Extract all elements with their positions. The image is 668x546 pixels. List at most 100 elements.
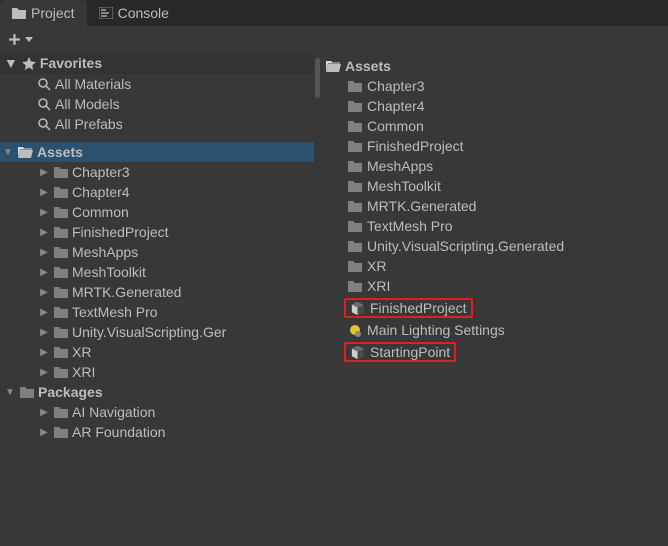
folder-icon xyxy=(54,206,68,218)
highlight-box: FinishedProject xyxy=(344,298,473,318)
folder-icon xyxy=(54,226,68,238)
asset-folder[interactable]: XRI xyxy=(320,276,668,296)
asset-folder[interactable]: Chapter3 xyxy=(320,76,668,96)
asset-folder[interactable]: Unity.VisualScripting.Generated xyxy=(320,236,668,256)
project-window: { "tabs": { "project": "Project", "conso… xyxy=(0,0,668,546)
chevron-down-icon: ▼ xyxy=(2,147,14,158)
label: MeshApps xyxy=(72,244,138,260)
add-button[interactable] xyxy=(8,33,33,46)
asset-folder[interactable]: XR xyxy=(320,256,668,276)
asset-folder[interactable]: MRTK.Generated xyxy=(320,196,668,216)
toolbar xyxy=(0,26,668,52)
label: MRTK.Generated xyxy=(72,284,181,300)
folder-item[interactable]: ▶Chapter4 xyxy=(0,182,314,202)
favorite-item[interactable]: ▶ All Models xyxy=(0,94,314,114)
folder-item[interactable]: ▶Unity.VisualScripting.Ger xyxy=(0,322,314,342)
folder-tree: ▼ Favorites ▶ All Materials ▶ All Models… xyxy=(0,52,314,546)
chevron-right-icon: ▶ xyxy=(38,307,50,318)
unity-scene-icon xyxy=(350,345,365,360)
folder-icon xyxy=(348,160,362,172)
search-icon xyxy=(38,118,51,131)
folder-item[interactable]: ▶AR Foundation xyxy=(0,422,314,442)
label: StartingPoint xyxy=(370,344,450,360)
folder-icon xyxy=(348,180,362,192)
folder-icon xyxy=(54,166,68,178)
asset-item[interactable]: FinishedProject xyxy=(320,296,668,320)
folder-item[interactable]: ▶ AI Navigation xyxy=(0,402,314,422)
folder-icon xyxy=(54,306,68,318)
packages-root[interactable]: ▼ Packages xyxy=(0,382,314,402)
label: XR xyxy=(367,258,386,274)
assets-root[interactable]: ▼ Assets xyxy=(0,142,314,162)
folder-item[interactable]: ▶ FinishedProject xyxy=(0,222,314,242)
folder-item[interactable]: ▶XRI xyxy=(0,362,314,382)
label: Chapter4 xyxy=(367,98,425,114)
label: XR xyxy=(72,344,91,360)
label: XRI xyxy=(72,364,95,380)
folder-item[interactable]: ▶MRTK.Generated xyxy=(0,282,314,302)
chevron-right-icon: ▶ xyxy=(38,267,50,278)
folder-icon xyxy=(12,6,26,20)
folder-item[interactable]: ▶MeshApps xyxy=(0,242,314,262)
folder-icon xyxy=(54,366,68,378)
label: MeshApps xyxy=(367,158,433,174)
folder-icon xyxy=(348,140,362,152)
search-icon xyxy=(38,78,51,91)
favorites-header[interactable]: ▼ Favorites xyxy=(0,52,314,74)
highlight-box: StartingPoint xyxy=(344,342,456,362)
chevron-down-icon: ▼ xyxy=(4,55,18,71)
asset-item[interactable]: StartingPoint xyxy=(320,340,668,364)
asset-folder[interactable]: MeshApps xyxy=(320,156,668,176)
asset-folder[interactable]: Common xyxy=(320,116,668,136)
folder-item[interactable]: ▶Chapter3 xyxy=(0,162,314,182)
folder-open-icon xyxy=(326,60,341,72)
label: AR Foundation xyxy=(72,424,165,440)
tab-project[interactable]: Project xyxy=(0,0,87,26)
asset-folder[interactable]: MeshToolkit xyxy=(320,176,668,196)
label: AI Navigation xyxy=(72,404,155,420)
tab-label: Console xyxy=(118,5,169,21)
label: All Models xyxy=(55,96,120,112)
folder-item[interactable]: ▶MeshToolkit xyxy=(0,262,314,282)
asset-folder[interactable]: TextMesh Pro xyxy=(320,216,668,236)
folder-icon xyxy=(54,186,68,198)
folder-icon xyxy=(20,386,34,398)
asset-list: Assets Chapter3 Chapter4 Common FinishedPro… xyxy=(320,52,668,546)
tab-bar: Project Console xyxy=(0,0,668,26)
plus-icon xyxy=(8,33,21,46)
favorite-item[interactable]: ▶ All Prefabs xyxy=(0,114,314,134)
folder-icon xyxy=(54,286,68,298)
chevron-right-icon: ▶ xyxy=(38,407,50,418)
label: MeshToolkit xyxy=(367,178,441,194)
folder-icon xyxy=(54,266,68,278)
folder-icon xyxy=(348,280,362,292)
panes: ▼ Favorites ▶ All Materials ▶ All Models… xyxy=(0,52,668,546)
folder-icon xyxy=(348,240,362,252)
folder-item[interactable]: ▶TextMesh Pro xyxy=(0,302,314,322)
label: FinishedProject xyxy=(367,138,464,154)
chevron-down-icon: ▼ xyxy=(4,387,16,398)
folder-icon xyxy=(348,120,362,132)
chevron-right-icon: ▶ xyxy=(38,227,50,238)
label: XRI xyxy=(367,278,390,294)
folder-icon xyxy=(348,200,362,212)
label: FinishedProject xyxy=(370,300,467,316)
tab-console[interactable]: Console xyxy=(87,0,181,26)
star-icon xyxy=(22,57,36,70)
asset-item[interactable]: Main Lighting Settings xyxy=(320,320,668,340)
label: Main Lighting Settings xyxy=(367,322,505,338)
label: Common xyxy=(72,204,129,220)
label: Common xyxy=(367,118,424,134)
asset-folder[interactable]: Chapter4 xyxy=(320,96,668,116)
folder-item[interactable]: ▶ XR xyxy=(0,342,314,362)
label: Unity.VisualScripting.Ger xyxy=(72,324,226,340)
chevron-right-icon: ▶ xyxy=(38,347,50,358)
tab-label: Project xyxy=(31,5,75,21)
label: FinishedProject xyxy=(72,224,169,240)
breadcrumb[interactable]: Assets xyxy=(320,56,668,76)
label: All Materials xyxy=(55,76,131,92)
favorite-item[interactable]: ▶ All Materials xyxy=(0,74,314,94)
lighting-settings-icon xyxy=(348,323,362,337)
asset-folder[interactable]: FinishedProject xyxy=(320,136,668,156)
folder-item[interactable]: ▶Common xyxy=(0,202,314,222)
